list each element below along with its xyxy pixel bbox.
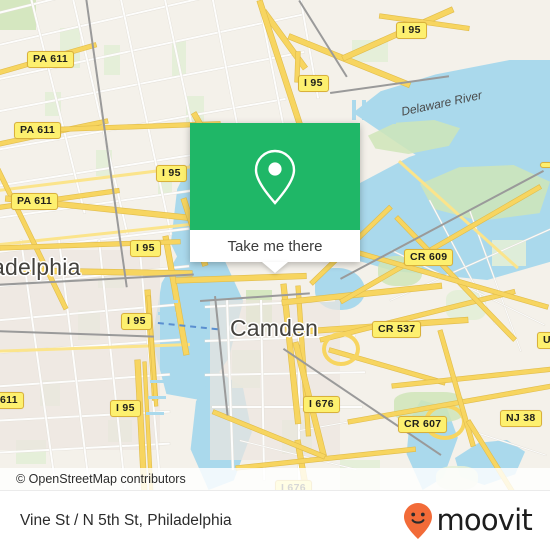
pier-slip-d [382, 104, 386, 124]
highway-shield: PA 611 [14, 122, 62, 139]
highway-shield: I 95 [130, 240, 161, 257]
highway-shield: I 95 [110, 400, 141, 417]
pier-slip-e [392, 106, 396, 124]
footer-location-title: Vine St / N 5th St, Philadelphia [20, 511, 232, 529]
pier-slip-b [362, 100, 366, 120]
take-me-there-label: Take me there [227, 237, 323, 255]
highway-shield [540, 162, 550, 168]
highway-shield: U [537, 332, 550, 349]
highway-shield: CR 609 [404, 249, 454, 266]
moovit-map-screenshot: adelphia Camden Delaware River PA 611 PA … [0, 0, 550, 550]
pier-phl-b [158, 312, 176, 315]
location-callout-card[interactable]: Take me there [190, 123, 360, 273]
highway-shield: NJ 38 [500, 410, 542, 427]
moovit-pin-icon [404, 502, 433, 539]
pier-slip-c [372, 102, 376, 122]
card-pointer-tail [262, 262, 288, 273]
place-label-camden: Camden [230, 315, 319, 341]
take-me-there-button[interactable]: Take me there [190, 230, 360, 262]
highway-shield: PA 611 [11, 193, 59, 210]
map-pin-icon [254, 149, 296, 205]
map-attribution-bar: © OpenStreetMap contributors [0, 468, 550, 490]
pier-slip-a [352, 100, 356, 120]
pier-phl-c [150, 380, 168, 383]
moovit-wordmark: moovit [436, 503, 532, 537]
card-pin-area [190, 123, 360, 230]
highway-shield: I 676 [303, 396, 340, 413]
highway-shield: PA 611 [27, 51, 75, 68]
osm-attribution-text[interactable]: © OpenStreetMap contributors [0, 472, 186, 486]
moovit-logo[interactable]: moovit [402, 501, 533, 541]
highway-shield: I 95 [121, 313, 152, 330]
road-traffic-circle [322, 332, 360, 366]
highway-shield: I 95 [298, 75, 329, 92]
pier-phl-a [160, 300, 178, 303]
highway-shield: I 95 [156, 165, 187, 182]
highway-shield: 611 [0, 392, 24, 409]
pier-phl-e [146, 412, 164, 415]
pier-phl-d [148, 396, 166, 399]
green-nw-3 [104, 45, 120, 75]
highway-shield: I 95 [396, 22, 427, 39]
highway-shield: CR 607 [398, 416, 448, 433]
water-pier-slip-1 [478, 78, 512, 92]
footer-bar: Vine St / N 5th St, Philadelphia moovit [0, 490, 550, 550]
place-label-philadelphia: adelphia [0, 254, 81, 280]
map-canvas[interactable]: adelphia Camden Delaware River PA 611 PA … [0, 0, 550, 490]
highway-shield: CR 537 [372, 321, 422, 338]
